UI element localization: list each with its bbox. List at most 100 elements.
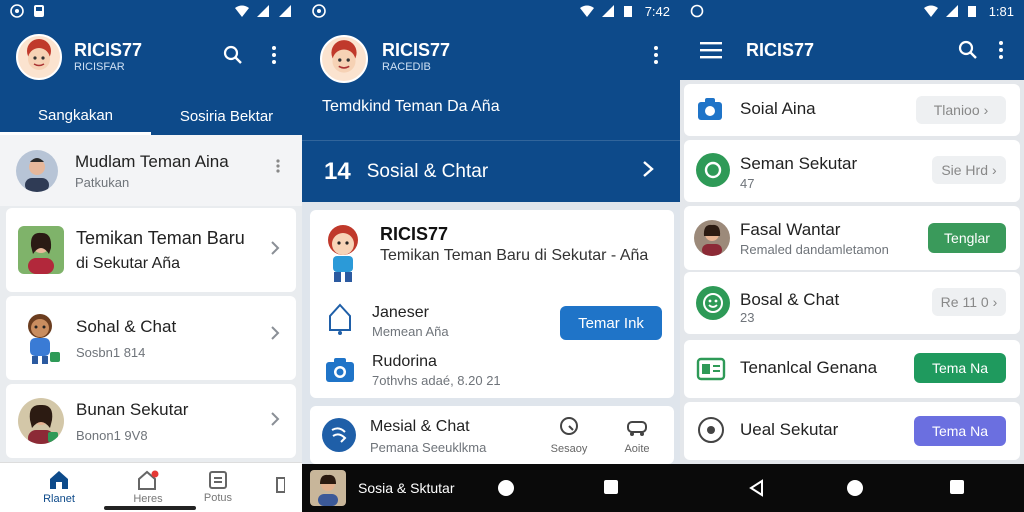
status-bar — [0, 0, 302, 22]
app-subtitle: RICISFAR — [74, 61, 125, 73]
more-vert-icon[interactable] — [646, 42, 666, 68]
list-item-title: Bunan Sekutar — [76, 399, 189, 419]
action-label: Aoite — [624, 443, 650, 455]
list-item[interactable]: Ueal Sekutar Tema Na — [684, 402, 1020, 460]
home-button[interactable] — [847, 480, 863, 496]
tema-na-button[interactable]: Tema Na — [914, 416, 1006, 446]
action-chip[interactable]: Sie Hrd › — [932, 156, 1006, 184]
home-indicator[interactable] — [104, 506, 196, 510]
partial-nav-icon — [275, 475, 286, 500]
chip-label: Tlanioo — [933, 102, 980, 118]
more-vert-icon[interactable] — [998, 40, 1004, 65]
item-subtitle: 23 — [740, 310, 755, 325]
recents-button[interactable] — [950, 480, 964, 494]
list-item-subtitle: Patkukan — [75, 174, 130, 190]
bell-icon — [326, 302, 354, 341]
document-icon — [208, 471, 228, 492]
list-item-title: Mudlam Teman Aina — [75, 151, 229, 171]
list-item[interactable]: Seman Sekutar 47 Sie Hrd › — [684, 140, 1020, 202]
item-title: Bosal & Chat — [740, 290, 840, 309]
sosial-chat-banner[interactable]: 14 Sosial & Chtar — [302, 140, 680, 202]
chevron-right-icon — [270, 326, 280, 345]
chevron-right-icon: › — [983, 102, 989, 118]
car-icon — [625, 421, 649, 442]
thumbnail-avatar[interactable] — [310, 470, 346, 506]
sync-icon — [690, 4, 704, 18]
card-title: Mesial & Chat — [370, 418, 470, 435]
tema-na-button[interactable]: Tema Na — [914, 353, 1006, 383]
more-vert-icon[interactable] — [264, 42, 284, 68]
nav-home[interactable]: Rlanet — [0, 463, 118, 512]
search-icon[interactable] — [220, 42, 246, 68]
list-item[interactable]: Bunan Sekutar Bonon1 9V8 — [6, 384, 296, 458]
list-item-title: Temikan Teman Baru — [76, 227, 245, 248]
temar-ink-button[interactable]: Temar Ink — [560, 306, 662, 340]
person-avatar — [18, 398, 64, 444]
item-title: Ueal Sekutar — [740, 420, 839, 439]
signal-icon — [601, 4, 615, 18]
menu-icon[interactable] — [700, 41, 722, 64]
app-title: RICIS77 — [382, 40, 451, 60]
home-icon — [48, 470, 70, 493]
tenglar-button[interactable]: Tenglar — [928, 223, 1006, 253]
character-avatar — [320, 222, 366, 284]
card-description: Temikan Teman Baru di Sekutar - Aña — [380, 247, 649, 264]
list-item[interactable]: Tenanlcal Genana Tema Na — [684, 340, 1020, 398]
app-header: RICIS77 RACEDIB Temdkind Teman Da Aña 14… — [302, 22, 680, 202]
list-item[interactable]: Temikan Teman Baru di Sekutar Aña — [6, 208, 296, 292]
nav-heres[interactable]: Heres — [118, 463, 178, 512]
action-chip[interactable]: Tlanioo › — [916, 96, 1006, 124]
whatsapp-icon — [10, 4, 24, 18]
battery-icon — [623, 4, 637, 18]
list-item[interactable]: Soial Aina Tlanioo › — [684, 84, 1020, 136]
chat-icon — [322, 418, 356, 452]
banner-label: Sosial & Chtar — [366, 160, 489, 182]
item-title: Soial Aina — [740, 99, 816, 118]
nav-overflow[interactable] — [258, 463, 302, 512]
more-vert-icon[interactable] — [276, 159, 280, 178]
screen-1: RICIS77 RICISFAR Sangkakan Sosiria Bekta… — [0, 0, 302, 512]
tab-label: Sangkakan — [37, 106, 114, 124]
signal-icon — [945, 4, 959, 18]
person-avatar — [694, 220, 730, 256]
search-icon[interactable] — [958, 40, 978, 65]
smile-icon — [696, 286, 730, 320]
chevron-right-icon: › — [992, 162, 997, 178]
person-avatar — [18, 226, 64, 274]
list-item[interactable]: Mudlam Teman Aina Patkukan — [0, 135, 302, 206]
app-header: RICIS77 RICISFAR Sangkakan Sosiria Bekta… — [0, 22, 302, 135]
action-chip[interactable]: Re 11 0 › — [932, 288, 1006, 316]
tab-sosiria-bektar[interactable]: Sosiria Bektar — [151, 98, 302, 135]
trend-icon: 14 — [324, 157, 351, 185]
status-bar: 7:42 — [302, 0, 680, 22]
screen-2: 7:42 RICIS77 RACEDIB Temdkind Teman Da A… — [302, 0, 680, 512]
app-title: RICIS77 — [746, 40, 815, 60]
chevron-right-icon — [642, 160, 654, 183]
system-nav-bar: Sosia & Sktutar — [302, 464, 680, 512]
nav-potus[interactable]: Potus — [178, 463, 258, 512]
save-icon — [32, 4, 46, 18]
camera-icon — [696, 96, 724, 129]
list-item-subtitle: Bonon1 9V8 — [76, 427, 148, 443]
item-subtitle: Remaled dandamletamon — [740, 242, 889, 257]
nav-label: Potus — [203, 492, 233, 504]
home-button[interactable] — [498, 480, 514, 496]
avatar[interactable] — [320, 35, 368, 83]
list-item[interactable]: Sohal & Chat Sosbn1 814 — [6, 296, 296, 380]
search-action[interactable]: Sesaoy — [544, 416, 594, 455]
list-item[interactable]: Bosal & Chat 23 Re 11 0 › — [684, 272, 1020, 334]
nav-label: Rlanet — [43, 493, 75, 505]
chevron-right-icon: › — [992, 294, 998, 310]
tab-sangkakan[interactable]: Sangkakan — [0, 98, 151, 135]
back-button[interactable] — [748, 479, 764, 502]
list-item-subtitle: Sosbn1 814 — [76, 344, 146, 360]
recents-button[interactable] — [604, 480, 618, 494]
chat-card[interactable]: Mesial & Chat Pemana Seeuklkma Sesaoy Ao… — [310, 406, 674, 464]
item-subtitle: 47 — [740, 176, 755, 191]
person-avatar — [16, 149, 58, 192]
nav-label: Heres — [133, 493, 163, 505]
car-action[interactable]: Aoite — [612, 416, 662, 455]
list-item[interactable]: Fasal Wantar Remaled dandamletamon Tengl… — [684, 206, 1020, 270]
avatar[interactable] — [16, 34, 62, 80]
chip-label: Re 11 0 — [940, 294, 989, 310]
